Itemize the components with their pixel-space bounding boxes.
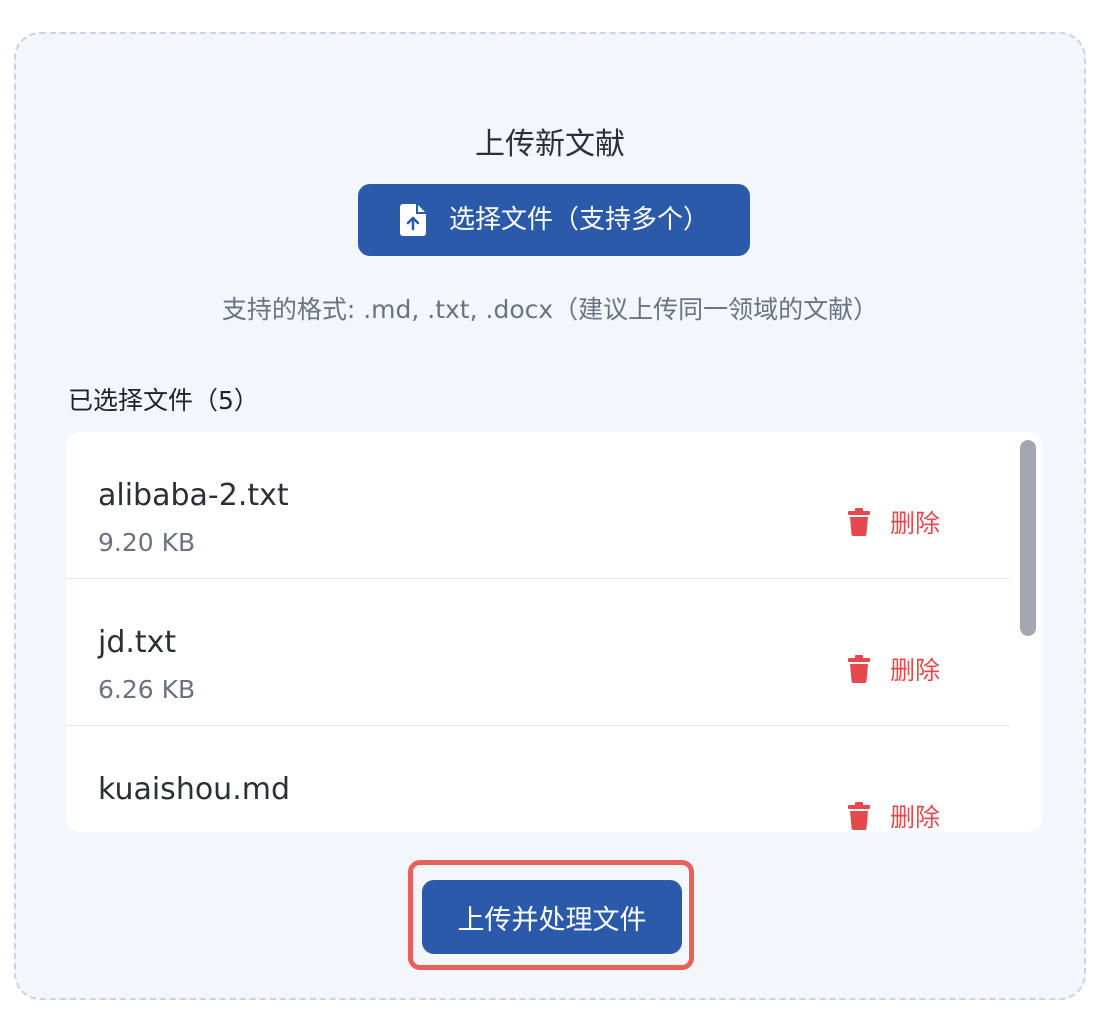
file-list-item: jd.txt 6.26 KB 删除 [66,579,1010,726]
file-upload-icon [399,204,426,236]
upload-panel: 上传新文献 选择文件（支持多个） 支持的格式: .md, .txt, .docx… [14,32,1086,1000]
scrollbar[interactable] [1020,440,1036,832]
delete-label: 删除 [890,803,941,832]
file-size: 9.20 KB [98,528,196,557]
formats-hint: 支持的格式: .md, .txt, .docx（建议上传同一领域的文献） [221,295,879,324]
selected-files-title: 已选择文件（5） [68,386,259,415]
file-name: kuaishou.md [98,772,290,807]
delete-button[interactable]: 删除 [848,798,940,832]
upload-process-button[interactable]: 上传并处理文件 [422,880,682,954]
file-size: 6.26 KB [98,675,196,704]
choose-files-button[interactable]: 选择文件（支持多个） [358,184,750,256]
upload-title: 上传新文献 [475,127,625,162]
delete-label: 删除 [890,656,941,685]
trash-icon [848,802,870,830]
trash-icon [848,655,870,683]
delete-label: 删除 [890,509,941,538]
trash-icon [848,508,870,536]
file-name: jd.txt [98,625,177,660]
scrollbar-thumb[interactable] [1020,440,1036,636]
file-list[interactable]: alibaba-2.txt 9.20 KB 删除 jd.txt 6.26 KB [66,432,1042,832]
delete-button[interactable]: 删除 [848,651,940,687]
choose-files-label: 选择文件（支持多个） [448,205,709,235]
file-name: alibaba-2.txt [98,478,289,513]
delete-button[interactable]: 删除 [848,504,940,540]
file-list-item: kuaishou.md 删除 [66,726,1010,832]
file-list-item: alibaba-2.txt 9.20 KB 删除 [66,432,1010,579]
